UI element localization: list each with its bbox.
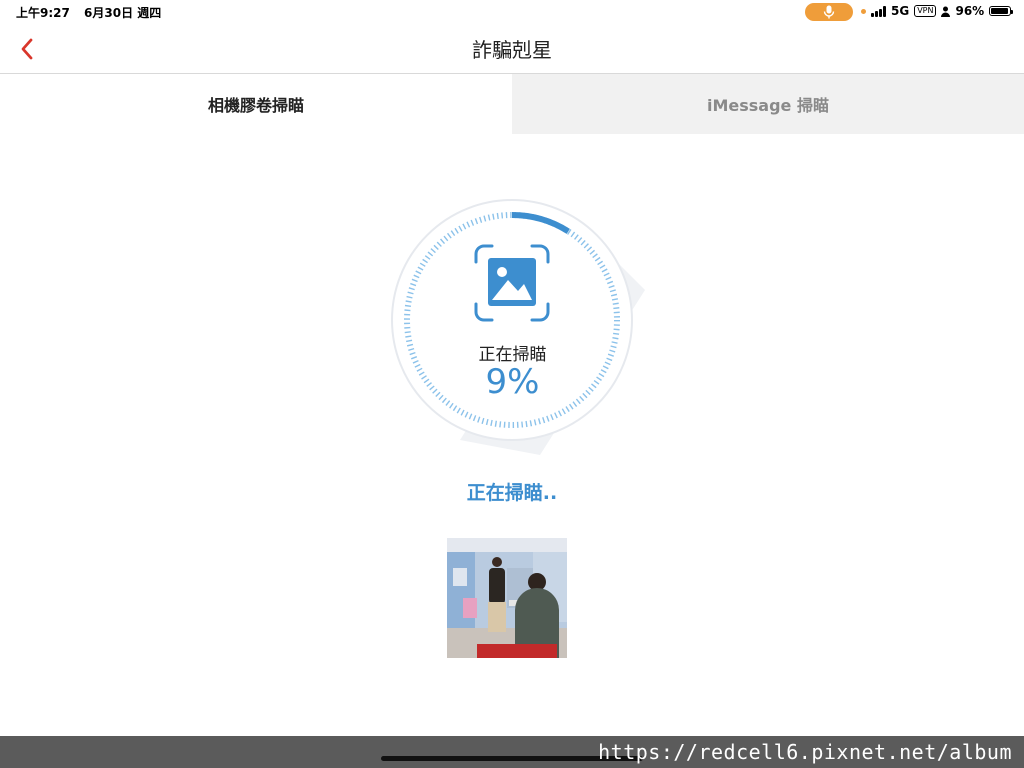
privacy-dot-icon	[861, 8, 866, 14]
scan-status-text: 正在掃瞄..	[466, 482, 558, 504]
status-bar: 上午9:27 6月30日 週四 5G VPN 96%	[0, 0, 1024, 24]
mic-indicator	[805, 3, 853, 21]
scan-progress-circle: 正在掃瞄 9%	[380, 190, 645, 455]
navigation-bar: 詐騙剋星	[0, 24, 1024, 74]
scan-percent: 9%	[485, 362, 540, 402]
status-time-date: 上午9:27 6月30日 週四	[16, 4, 171, 21]
bottom-bar: https://redcell6.pixnet.net/album	[0, 736, 1024, 768]
page-title: 詐騙剋星	[472, 38, 552, 62]
scan-tabs: 相機膠卷掃瞄 iMessage 掃瞄	[0, 74, 1024, 134]
vpn-badge: VPN	[914, 5, 937, 17]
tab-camera-roll-scan[interactable]: 相機膠卷掃瞄	[0, 74, 512, 134]
battery-percent: 96%	[955, 4, 985, 18]
status-time: 上午9:27	[16, 6, 70, 20]
cellular-signal-icon	[871, 5, 886, 17]
microphone-icon	[823, 5, 835, 19]
battery-fill	[991, 8, 1009, 14]
photo-scene	[447, 538, 567, 658]
status-date: 6月30日 週四	[84, 6, 162, 20]
watermark-url: https://redcell6.pixnet.net/album	[598, 740, 1012, 764]
scam-scan-screen: 上午9:27 6月30日 週四 5G VPN 96% 詐騙剋星 相機膠卷掃瞄 i…	[0, 0, 1024, 768]
scan-ring	[391, 199, 645, 455]
battery-icon	[989, 6, 1014, 16]
person-icon	[941, 6, 951, 17]
status-indicators: 5G VPN 96%	[861, 4, 1014, 18]
tab-imessage-scan[interactable]: iMessage 掃瞄	[512, 74, 1024, 134]
network-type: 5G	[891, 4, 910, 18]
scanned-photo-thumbnail	[447, 538, 567, 658]
